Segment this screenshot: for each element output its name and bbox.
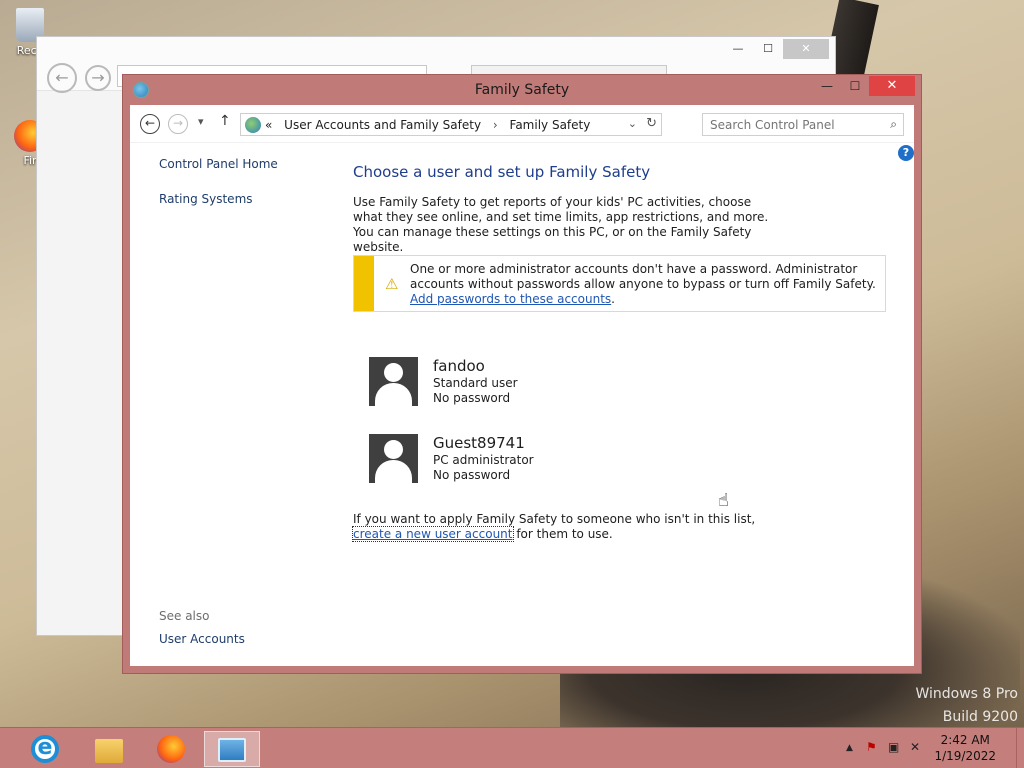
ie-icon: e [31,735,59,763]
page-description: Use Family Safety to get reports of your… [353,195,769,254]
caption-buttons: — ☐ ✕ [813,76,915,96]
warning-icon: ⚠ [385,275,399,293]
clock-date: 1/19/2022 [934,749,996,763]
taskbar: e ▲ ⚑ ▣ ✕ 2:42 AM 1/19/2022 [0,727,1024,768]
user-name: fandoo [433,357,485,375]
user-avatar-icon [369,434,418,483]
firefox-icon [157,735,185,763]
show-hidden-icons-button[interactable]: ▲ [846,743,853,753]
window-client-area: ← → ▾ ↑ « User Accounts and Family Safet… [130,105,914,666]
breadcrumb-overflow[interactable]: « [265,118,272,132]
search-box[interactable]: ⌕ [702,113,904,136]
control-panel-location-icon [245,117,261,133]
search-icon[interactable]: ⌕ [890,117,897,132]
control-panel-icon [218,738,246,762]
see-also-user-accounts-link[interactable]: User Accounts [159,632,245,646]
search-input[interactable] [703,114,883,135]
browser-caption-buttons: — ☐ ✕ [723,39,829,59]
user-password-status: No password [433,468,511,482]
breadcrumb-user-accounts[interactable]: User Accounts and Family Safety [284,118,481,132]
window-title: Family Safety [474,82,570,98]
user-name: Guest89741 [433,434,525,452]
user-avatar-icon [369,357,418,406]
note-text-after: for them to use. [512,527,613,541]
help-icon[interactable]: ? [898,145,914,161]
refresh-icon[interactable]: ↻ [646,116,657,131]
file-explorer-icon [95,739,123,763]
windows-watermark-edition: Windows 8 Pro [915,686,1018,702]
taskbar-firefox[interactable] [144,731,198,767]
taskbar-control-panel[interactable] [204,731,260,767]
family-safety-window: Family Safety — ☐ ✕ ← → ▾ ↑ « User Accou… [122,74,922,674]
hand-cursor-icon: ☝ [718,490,729,511]
create-account-note: If you want to apply Family Safety to so… [352,512,783,542]
breadcrumb-separator[interactable]: › [493,118,498,132]
user-role: PC administrator [433,453,534,467]
user-role: Standard user [433,376,518,390]
windows-watermark-build: Build 9200 [942,709,1018,725]
address-bar[interactable]: « User Accounts and Family Safety › Fami… [240,113,662,136]
warning-text: One or more administrator accounts don't… [410,262,876,291]
taskbar-internet-explorer[interactable]: e [18,731,72,767]
address-dropdown-icon[interactable]: ⌄ [628,117,637,130]
sidebar-item-control-panel-home[interactable]: Control Panel Home [159,157,278,171]
browser-forward-icon[interactable]: → [85,65,111,91]
system-clock[interactable]: 2:42 AM 1/19/2022 [934,732,996,764]
browser-back-icon[interactable]: ← [47,63,77,93]
see-also-heading: See also [159,609,210,623]
notification-area: ▲ ⚑ ▣ ✕ 2:42 AM 1/19/2022 [834,728,1024,768]
page-title: Choose a user and set up Family Safety [353,163,651,181]
breadcrumb-family-safety[interactable]: Family Safety [510,118,591,132]
show-desktop-button[interactable] [1016,728,1024,768]
sidebar-item-rating-systems[interactable]: Rating Systems [159,192,278,206]
warning-color-bar [354,256,374,311]
note-text-before: If you want to apply Family Safety to so… [353,512,756,526]
main-content: Choose a user and set up Family Safety U… [352,163,893,542]
recent-locations-button[interactable]: ▾ [198,115,204,128]
up-button[interactable]: ↑ [219,113,231,129]
minimize-button[interactable]: — [813,76,841,96]
volume-muted-icon[interactable]: ✕ [910,740,920,754]
maximize-button[interactable]: ☐ [841,76,869,96]
clock-time: 2:42 AM [940,733,990,747]
password-warning-banner: ⚠ One or more administrator accounts don… [353,255,886,312]
action-center-icon[interactable]: ⚑ [866,740,877,754]
forward-button[interactable]: → [168,114,188,134]
user-password-status: No password [433,391,511,405]
user-tile-fandoo[interactable]: fandoo Standard user No password [369,357,669,407]
navigation-bar: ← → ▾ ↑ « User Accounts and Family Safet… [130,105,914,143]
task-pane: Control Panel Home Rating Systems [159,157,278,227]
close-button[interactable]: ✕ [869,76,915,96]
warning-message: One or more administrator accounts don't… [410,262,880,307]
browser-maximize-button[interactable]: ☐ [753,39,783,59]
taskbar-file-explorer[interactable] [82,731,136,767]
warning-text-end: . [611,292,615,306]
browser-minimize-button[interactable]: — [723,39,753,59]
title-bar[interactable]: Family Safety — ☐ ✕ [123,75,921,105]
back-button[interactable]: ← [140,114,160,134]
user-tile-guest89741[interactable]: Guest89741 PC administrator No password [369,434,669,484]
add-passwords-link[interactable]: Add passwords to these accounts [410,292,611,306]
create-new-user-account-link[interactable]: create a new user account [352,526,514,542]
network-icon[interactable]: ▣ [888,740,899,754]
browser-close-button[interactable]: ✕ [783,39,829,59]
breadcrumb: « User Accounts and Family Safety › Fami… [265,118,590,132]
